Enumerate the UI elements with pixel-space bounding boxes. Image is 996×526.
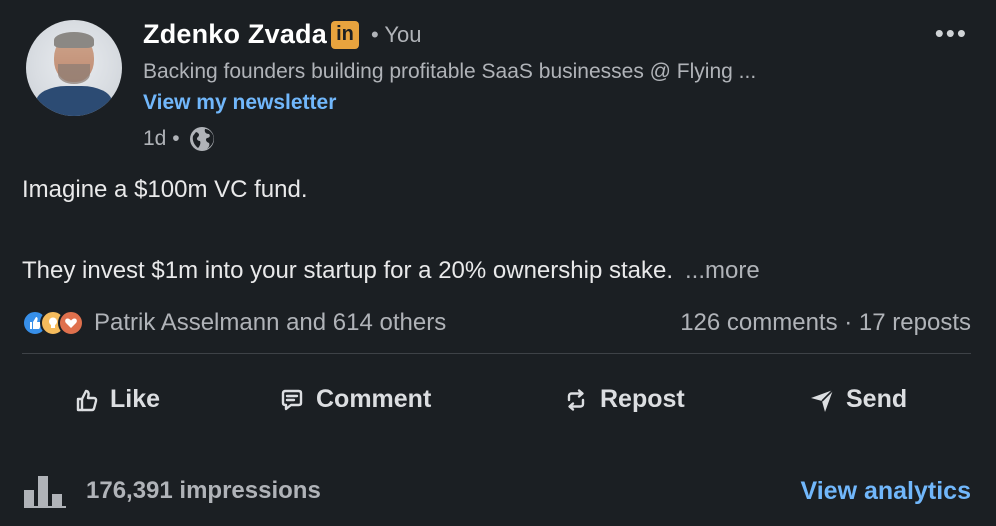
impressions-summary: 176,391 impressions xyxy=(24,474,321,508)
author-avatar[interactable] xyxy=(26,20,122,116)
more-options-icon[interactable]: ••• xyxy=(935,18,968,49)
send-button[interactable]: Send xyxy=(808,385,907,414)
author-headline: Backing founders building profitable Saa… xyxy=(143,60,757,83)
avatar-shirt xyxy=(36,86,112,116)
action-bar: Like Comment Repost Send xyxy=(0,385,996,425)
repost-button[interactable]: Repost xyxy=(562,385,685,414)
like-label: Like xyxy=(110,385,161,413)
post-text: They invest $1m into your startup for a … xyxy=(22,257,673,284)
comment-button[interactable]: Comment xyxy=(278,385,431,414)
comments-reposts-count[interactable]: 126 comments · 17 reposts xyxy=(680,309,971,337)
post-text-line: Imagine a $100m VC fund. xyxy=(22,176,308,203)
repost-label: Repost xyxy=(600,385,685,413)
impressions-count: 176,391 impressions xyxy=(86,477,321,504)
send-label: Send xyxy=(846,385,908,413)
love-reaction-icon xyxy=(58,310,84,336)
comment-icon xyxy=(281,389,303,410)
view-analytics-link[interactable]: View analytics xyxy=(801,477,971,506)
post-meta: 1d • xyxy=(143,125,216,153)
reactions-text[interactable]: Patrik Asselmann and 614 others xyxy=(94,309,446,337)
bar-chart-icon xyxy=(24,476,66,508)
reactions-summary[interactable]: Patrik Asselmann and 614 others xyxy=(22,309,446,337)
divider xyxy=(22,353,971,354)
like-icon xyxy=(76,389,98,411)
post-time: 1d • xyxy=(143,127,180,150)
avatar-hair xyxy=(54,32,94,48)
author-name[interactable]: Zdenko Zvada xyxy=(143,19,327,50)
author-relation: • You xyxy=(370,21,422,47)
author-name-row: Zdenko Zvada in • You xyxy=(143,19,422,50)
repost-icon xyxy=(567,388,585,411)
globe-icon xyxy=(189,127,214,151)
newsletter-link[interactable]: View my newsletter xyxy=(143,91,336,115)
see-more-link[interactable]: ...more xyxy=(685,257,760,284)
post-text-line: They invest $1m into your startup for a … xyxy=(22,257,760,285)
linkedin-badge-icon: in xyxy=(330,20,359,49)
comment-label: Comment xyxy=(316,385,432,413)
like-button[interactable]: Like xyxy=(72,385,160,414)
send-icon xyxy=(811,388,834,412)
avatar-beard xyxy=(58,64,90,84)
